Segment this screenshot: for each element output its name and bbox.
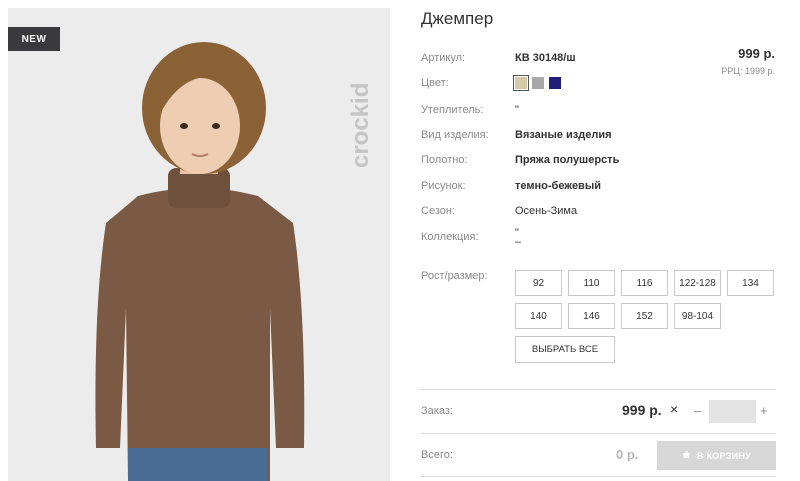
- spec-label-season: Сезон:: [421, 205, 455, 217]
- size-option-140[interactable]: 140: [515, 303, 562, 329]
- spec-label-insulation: Утеплитель:: [421, 104, 484, 116]
- size-option-134[interactable]: 134: [727, 270, 774, 296]
- color-swatch-navy[interactable]: [549, 77, 561, 89]
- cart-icon: [682, 450, 691, 461]
- spec-label-fabric: Полотно:: [421, 154, 468, 166]
- crockid-logo-watermark: crockid: [347, 28, 374, 168]
- product-image[interactable]: NEW crockid: [8, 8, 390, 481]
- total-value: 0 р.: [616, 447, 639, 462]
- size-option-116[interactable]: 116: [621, 270, 668, 296]
- color-swatch-beige[interactable]: [513, 75, 529, 91]
- spec-value-type: Вязаные изделия: [515, 129, 612, 141]
- spec-value-insulation: ": [515, 104, 519, 116]
- remove-order-icon[interactable]: ×: [670, 401, 678, 417]
- spec-value-pattern: темно-бежевый: [515, 180, 601, 192]
- spec-value-season: Осень-Зима: [515, 205, 578, 217]
- size-label: Рост/размер:: [421, 270, 488, 282]
- total-label: Всего:: [421, 449, 453, 461]
- size-option-152[interactable]: 152: [621, 303, 668, 329]
- order-divider-bottom: [421, 433, 776, 434]
- spec-value-fabric: Пряжа полушерсть: [515, 154, 620, 166]
- spec-label-type: Вид изделия:: [421, 129, 489, 141]
- spec-value-article: КВ 30148/ш: [515, 52, 576, 64]
- product-rrp: РРЦ: 1999 р.: [721, 66, 775, 76]
- size-option-92[interactable]: 92: [515, 270, 562, 296]
- quantity-increase-button[interactable]: +: [760, 403, 768, 418]
- add-to-cart-label: В КОРЗИНУ: [696, 450, 752, 461]
- size-option-98-104[interactable]: 98-104: [674, 303, 721, 329]
- select-all-sizes-button[interactable]: ВЫБРАТЬ ВСЕ: [515, 336, 615, 363]
- spec-label-collection: Коллекция:: [421, 231, 479, 243]
- size-option-146[interactable]: 146: [568, 303, 615, 329]
- add-to-cart-button[interactable]: В КОРЗИНУ: [657, 441, 776, 470]
- order-divider-top: [421, 389, 776, 390]
- total-divider: [421, 476, 776, 477]
- size-option-122-128[interactable]: 122-128: [674, 270, 721, 296]
- spec-label-article: Артикул:: [421, 52, 466, 64]
- product-title: Джемпер: [421, 9, 494, 28]
- spec-label-color: Цвет:: [421, 77, 449, 89]
- svg-text:crockid: crockid: [348, 83, 374, 168]
- product-photo-illustration: [95, 42, 305, 481]
- order-label: Заказ:: [421, 405, 453, 417]
- size-option-110[interactable]: 110: [568, 270, 615, 296]
- new-badge: NEW: [8, 27, 60, 51]
- spec-value-collection: " –: [515, 227, 522, 248]
- spec-label-pattern: Рисунок:: [421, 180, 466, 192]
- color-swatch-gray[interactable]: [532, 77, 544, 89]
- quantity-decrease-button[interactable]: –: [694, 403, 701, 418]
- order-price: 999 р.: [622, 402, 662, 418]
- quantity-input[interactable]: [709, 400, 756, 423]
- color-swatches: [513, 75, 561, 91]
- product-price: 999 р.: [738, 46, 775, 61]
